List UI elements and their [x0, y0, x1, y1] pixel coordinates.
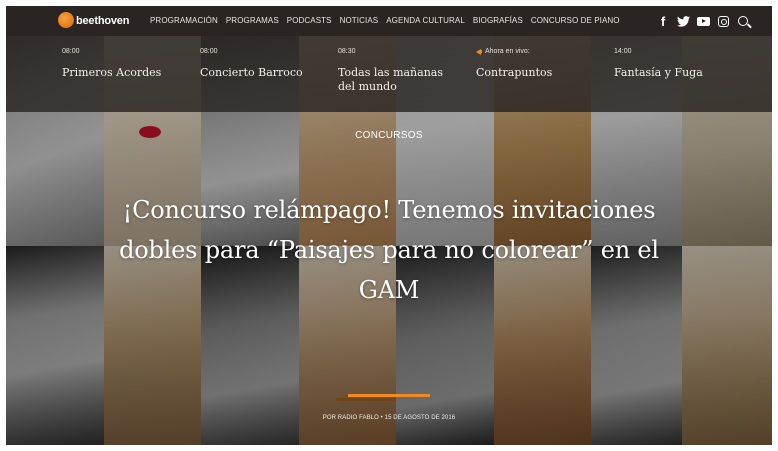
slot-time: Ahora en vivo:	[476, 47, 614, 56]
nav-item-concurso-de-piano[interactable]: CONCURSO DE PIANO	[527, 6, 624, 36]
search-icon[interactable]	[736, 14, 750, 28]
slot-title: Primeros Acordes	[62, 66, 162, 79]
instagram-icon[interactable]	[716, 14, 730, 28]
nav-item-biografias[interactable]: BIOGRAFÍAS	[469, 6, 527, 36]
schedule-slot[interactable]: 14:00 Fantasía y Fuga	[614, 36, 752, 112]
youtube-icon[interactable]	[696, 14, 710, 28]
nav-item-podcasts[interactable]: PODCASTS	[283, 6, 336, 36]
site-logo[interactable]: beethoven	[6, 6, 146, 36]
top-navigation: beethoven PROGRAMACIÓN PROGRAMAS PODCAST…	[6, 6, 772, 36]
page-frame: beethoven PROGRAMACIÓN PROGRAMAS PODCAST…	[6, 6, 772, 445]
accent-divider	[348, 394, 430, 397]
slot-time: 08:00	[200, 48, 218, 55]
social-links: f	[656, 14, 772, 29]
facebook-icon[interactable]: f	[656, 14, 670, 29]
article-headline[interactable]: ¡Concurso relámpago! Tenemos invitacione…	[116, 190, 662, 310]
schedule-slot[interactable]: 08:30 Todas las mañanas del mundo	[338, 36, 476, 112]
slot-time: 08:00	[62, 48, 80, 55]
article-byline: POR RADIO FABLO • 15 DE AGOSTO DE 2016	[322, 415, 456, 421]
twitter-icon[interactable]	[676, 14, 690, 28]
main-menu: PROGRAMACIÓN PROGRAMAS PODCASTS NOTICIAS…	[146, 6, 624, 36]
slot-time: 08:30	[338, 48, 356, 55]
schedule-slot-live[interactable]: Ahora en vivo: Contrapuntos	[476, 36, 614, 112]
schedule-slot[interactable]: 08:00 Primeros Acordes	[6, 36, 200, 112]
live-label: Ahora en vivo:	[485, 48, 530, 55]
logo-text: beethoven	[76, 15, 130, 27]
program-schedule: 08:00 Primeros Acordes 08:00 Concierto B…	[6, 36, 772, 112]
slot-title: Fantasía y Fuga	[614, 66, 703, 79]
speaker-icon	[476, 48, 482, 55]
logo-icon	[58, 12, 74, 28]
slot-time: 14:00	[614, 48, 632, 55]
slot-title: Contrapuntos	[476, 66, 553, 79]
schedule-slot[interactable]: 08:00 Concierto Barroco	[200, 36, 338, 112]
nav-item-noticias[interactable]: NOTICIAS	[336, 6, 383, 36]
slot-title: Todas las mañanas del mundo	[338, 66, 443, 93]
nav-item-agenda-cultural[interactable]: AGENDA CULTURAL	[382, 6, 469, 36]
nav-item-programas[interactable]: PROGRAMAS	[222, 6, 283, 36]
slot-title: Concierto Barroco	[200, 66, 303, 79]
category-label[interactable]: CONCURSOS	[6, 130, 772, 141]
nav-item-programacion[interactable]: PROGRAMACIÓN	[146, 6, 222, 36]
